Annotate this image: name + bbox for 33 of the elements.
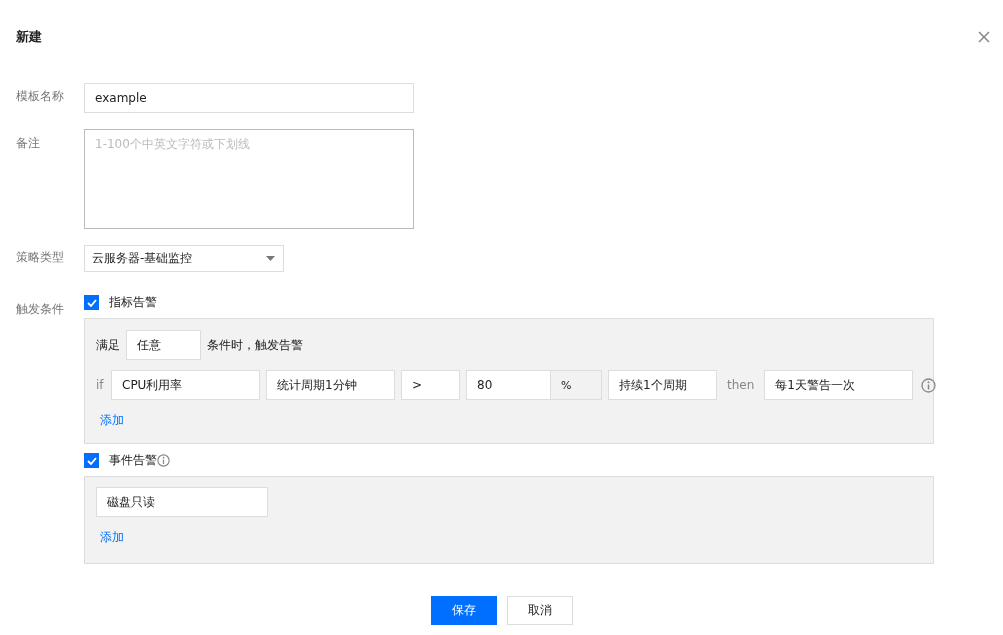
event-dropdown[interactable]: 磁盘只读 <box>96 487 268 517</box>
dialog-title: 新建 <box>16 28 42 46</box>
condition-text: 条件时，触发告警 <box>207 336 303 354</box>
checkbox-label: 事件告警 <box>109 452 157 469</box>
info-icon[interactable] <box>157 454 170 467</box>
field-label: 备注 <box>16 135 41 152</box>
template-name-field[interactable]: example <box>84 83 414 113</box>
add-link[interactable]: 添加 <box>100 412 124 429</box>
checkbox[interactable] <box>84 453 99 468</box>
field-label: 触发条件 <box>16 301 65 318</box>
info-icon[interactable] <box>921 377 937 393</box>
action-dropdown[interactable]: 每1天警告一次 <box>764 370 914 400</box>
checkbox-label: 指标告警 <box>109 294 157 311</box>
cancel-button[interactable]: 取消 <box>506 596 573 625</box>
policy-type-dropdown[interactable]: 云服务器-基础监控 <box>84 245 284 272</box>
remark-field[interactable]: 1-100个中英文字符或下划线 <box>84 129 414 229</box>
checkbox[interactable] <box>84 295 99 310</box>
caret-icon <box>266 256 275 261</box>
unit-addon: % <box>550 370 602 400</box>
save-button[interactable]: 保存 <box>430 596 497 625</box>
field-label: 策略类型 <box>16 249 65 266</box>
duration-dropdown[interactable]: 持续1个周期 <box>608 370 717 400</box>
field-label: 模板名称 <box>16 88 65 105</box>
if-keyword: if <box>96 378 105 392</box>
then-keyword: then <box>727 378 755 392</box>
match-dropdown[interactable]: 任意 <box>126 330 201 360</box>
condition-text: 满足 <box>96 336 120 354</box>
close-icon[interactable] <box>978 31 990 43</box>
threshold-field[interactable]: 80 <box>466 370 550 400</box>
metric-dropdown[interactable]: CPU利用率 <box>111 370 260 400</box>
period-dropdown[interactable]: 统计周期1分钟 <box>266 370 395 400</box>
operator-dropdown[interactable]: > <box>401 370 460 400</box>
add-link[interactable]: 添加 <box>100 529 124 546</box>
